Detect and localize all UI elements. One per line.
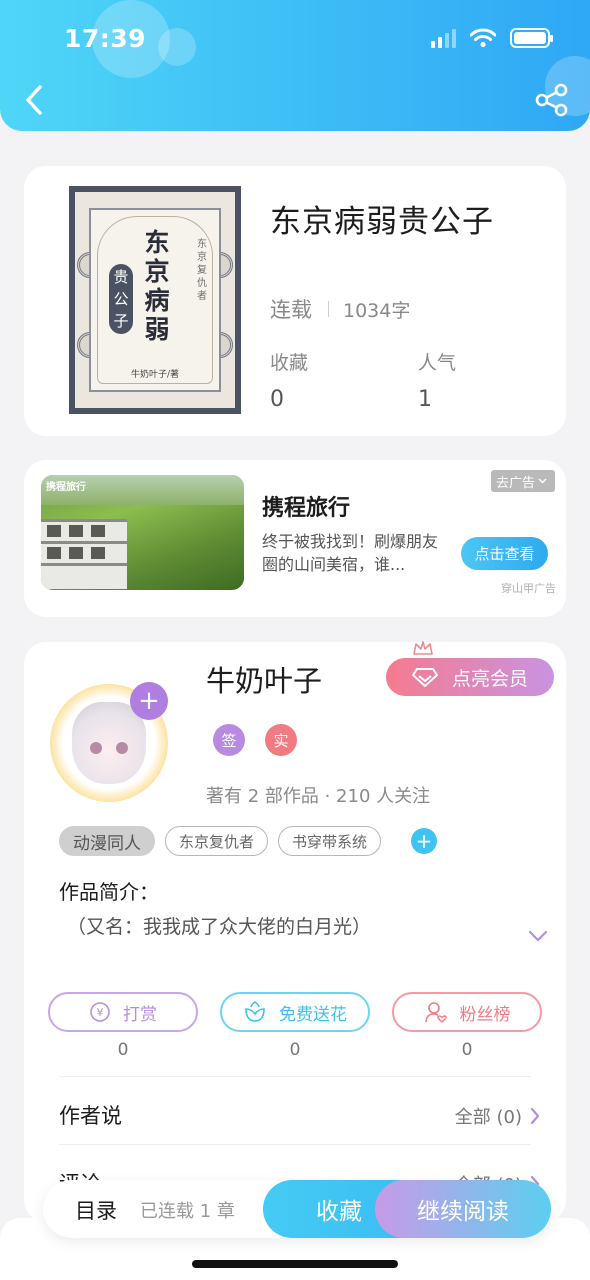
popularity-label: 人气 <box>418 352 457 374</box>
ad-cta-button[interactable]: 点击查看 <box>461 537 548 570</box>
diamond-icon <box>411 668 438 687</box>
top-header: 17:39 <box>0 0 590 131</box>
wifi-icon <box>470 28 496 48</box>
book-meta: 连载 1034字 <box>270 294 410 324</box>
divider <box>59 1144 531 1145</box>
home-indicator <box>192 1260 398 1268</box>
ad-card[interactable]: 携程旅行 携程旅行 终于被我找到！刷爆朋友圈的山间美宿，谁... 点击查看 去广… <box>24 460 566 617</box>
remove-ad-label: 去广告 <box>496 475 536 491</box>
cover-seal: 贵 公 子 <box>109 264 133 334</box>
remove-ad-button[interactable]: 去广告 <box>491 470 556 492</box>
chevron-right-icon <box>530 1107 540 1125</box>
share-icon[interactable] <box>534 82 570 118</box>
svg-text:¥: ¥ <box>97 1006 104 1019</box>
fan-rank-count: 0 <box>461 1040 473 1060</box>
bottom-action-bar: 目录 已连载 1 章 收藏 继续阅读 <box>43 1180 551 1238</box>
tag-list: 动漫同人 东京复仇者 书穿带系统 + <box>59 826 438 856</box>
tag-item[interactable]: 动漫同人 <box>59 826 155 856</box>
chevron-down-icon <box>538 478 547 484</box>
status-time: 17:39 <box>64 24 147 53</box>
flower-icon <box>245 1001 265 1022</box>
popularity-value: 1 <box>418 387 432 412</box>
tip-count: 0 <box>117 1040 129 1060</box>
flower-count: 0 <box>289 1040 301 1060</box>
verified-badge: 实 <box>265 724 297 756</box>
book-info-card: 贵 公 子 东 京 病 弱 东 京 复 仇 者 牛奶叶子/著 东京病弱贵公子 连… <box>24 166 566 436</box>
crown-icon <box>413 641 433 655</box>
cover-author: 牛奶叶子/著 <box>130 370 180 380</box>
book-cover[interactable]: 贵 公 子 东 京 病 弱 东 京 复 仇 者 牛奶叶子/著 <box>69 186 241 414</box>
author-card: + 牛奶叶子 点亮会员 签 实 著有 2 部作品 · 210 人关注 动漫同人 … <box>24 641 566 1222</box>
add-tag-button[interactable]: + <box>411 828 438 854</box>
author-says-title: 作者说 <box>59 1104 122 1128</box>
send-flower-label: 免费送花 <box>279 1004 347 1025</box>
follow-plus-button[interactable]: + <box>130 682 168 720</box>
fan-rank-button[interactable]: 粉丝榜 <box>392 992 542 1032</box>
decor-bubble <box>158 28 196 66</box>
tag-item[interactable]: 东京复仇者 <box>165 826 269 856</box>
battery-icon <box>510 28 553 48</box>
status-icons <box>431 28 553 48</box>
ad-title: 携程旅行 <box>262 496 351 521</box>
tag-item[interactable]: 书穿带系统 <box>278 826 382 856</box>
divider <box>59 1076 531 1077</box>
ad-source: 穿山甲广告 <box>501 582 556 595</box>
vip-button[interactable]: 点亮会员 <box>386 658 554 696</box>
intro-label: 作品简介： <box>59 880 159 904</box>
tip-label: 打赏 <box>123 1004 157 1025</box>
book-word-count: 1034字 <box>343 299 411 322</box>
author-says-more-button[interactable]: 全部 (0) <box>455 1103 540 1129</box>
favorites-value: 0 <box>270 387 284 412</box>
author-stats: 著有 2 部作品 · 210 人关注 <box>206 786 431 807</box>
back-button[interactable] <box>18 82 50 118</box>
chevron-down-icon[interactable] <box>528 930 548 942</box>
meta-divider <box>328 301 329 317</box>
toc-button[interactable]: 目录 <box>75 1195 117 1225</box>
favorites-stat: 收藏 0 <box>270 348 308 412</box>
chapter-count: 已连载 1 章 <box>140 1201 235 1222</box>
vip-button-label: 点亮会员 <box>451 667 528 690</box>
send-flower-button[interactable]: 免费送花 <box>220 992 370 1032</box>
ad-image[interactable]: 携程旅行 <box>41 475 244 590</box>
ad-image-logo: 携程旅行 <box>46 482 86 493</box>
book-title: 东京病弱贵公子 <box>270 204 494 240</box>
intro-text: （又名：我我成了众大佬的白月光） <box>67 916 372 938</box>
author-says-more-label: 全部 (0) <box>454 1107 522 1128</box>
continue-reading-button[interactable]: 继续阅读 <box>375 1180 551 1238</box>
user-heart-icon <box>424 1002 447 1023</box>
tip-button[interactable]: ¥ 打赏 <box>48 992 198 1032</box>
chevron-left-icon <box>26 85 42 115</box>
ad-description: 终于被我找到！刷爆朋友圈的山间美宿，谁... <box>262 532 439 574</box>
author-name: 牛奶叶子 <box>206 664 323 698</box>
coin-icon: ¥ <box>90 1002 110 1022</box>
fan-rank-label: 粉丝榜 <box>459 1004 511 1025</box>
favorites-label: 收藏 <box>270 352 309 374</box>
cellular-signal-icon <box>431 28 456 48</box>
cover-subtitle: 东 京 复 仇 者 <box>197 239 207 302</box>
book-status: 连载 <box>270 298 312 322</box>
cover-title: 东 京 病 弱 <box>144 228 170 344</box>
popularity-stat: 人气 1 <box>418 348 456 412</box>
signed-badge: 签 <box>213 724 245 756</box>
